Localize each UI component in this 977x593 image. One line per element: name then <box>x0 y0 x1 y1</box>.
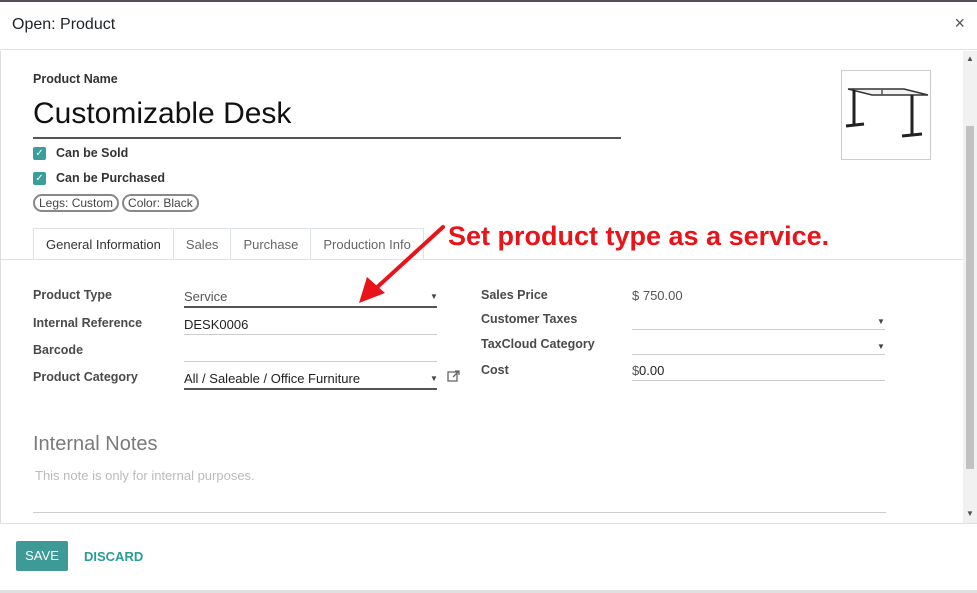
product-type-underline <box>184 306 437 308</box>
internal-notes-underline <box>33 512 886 513</box>
save-button[interactable]: SAVE <box>16 541 68 571</box>
can-be-purchased-label: Can be Purchased <box>56 171 166 185</box>
product-category-select[interactable]: All / Saleable / Office Furniture <box>184 371 360 386</box>
tab-general-information[interactable]: General Information <box>33 228 174 260</box>
product-category-caret-icon[interactable]: ▼ <box>430 374 438 383</box>
customer-taxes-underline <box>632 329 885 330</box>
sales-price-label: Sales Price <box>481 288 548 302</box>
close-icon[interactable]: × <box>954 14 965 32</box>
scroll-up-icon[interactable]: ▲ <box>966 54 974 63</box>
can-be-sold-label: Can be Sold <box>56 146 129 160</box>
dialog-title: Open: Product <box>12 16 116 33</box>
taxcloud-category-label: TaxCloud Category <box>481 337 595 351</box>
scroll-down-icon[interactable]: ▼ <box>966 509 974 518</box>
internal-reference-label: Internal Reference <box>33 316 143 330</box>
product-category-label: Product Category <box>33 370 138 384</box>
dialog-footer: SAVE DISCARD <box>0 523 977 593</box>
can-be-sold-checkbox[interactable]: ✓ <box>33 146 46 160</box>
customer-taxes-label: Customer Taxes <box>481 312 578 326</box>
external-link-icon[interactable] <box>447 369 461 386</box>
barcode-label: Barcode <box>33 343 84 357</box>
dialog-body: Product Name Customizable Desk ✓ Can be … <box>0 51 963 523</box>
annotation-text: Set product type as a service. <box>448 221 830 251</box>
taxcloud-category-underline <box>632 354 885 355</box>
variant-tags: Legs: Custom Color: Black <box>33 194 199 212</box>
product-category-underline <box>184 388 437 390</box>
cost-underline <box>632 380 885 381</box>
scroll-thumb[interactable] <box>966 126 974 469</box>
tag-color[interactable]: Color: Black <box>122 194 199 212</box>
barcode-underline <box>184 361 437 362</box>
tab-purchase[interactable]: Purchase <box>231 228 312 260</box>
customer-taxes-caret-icon[interactable]: ▼ <box>877 317 885 326</box>
internal-notes-title: Internal Notes <box>33 433 158 455</box>
desk-image-icon <box>845 88 929 138</box>
discard-button[interactable]: DISCARD <box>84 549 143 564</box>
internal-notes-input[interactable]: This note is only for internal purposes. <box>35 468 255 483</box>
tag-legs[interactable]: Legs: Custom <box>33 194 120 212</box>
product-name-label: Product Name <box>33 72 118 86</box>
internal-reference-input[interactable]: DESK0006 <box>184 317 248 332</box>
dialog-scrollbar[interactable]: ▲ ▼ <box>963 51 977 523</box>
product-type-select[interactable]: Service <box>184 289 227 304</box>
dialog-header: Open: Product × <box>0 2 977 50</box>
can-be-purchased-checkbox[interactable]: ✓ <box>33 171 46 185</box>
annotation-arrow-icon <box>359 225 445 303</box>
taxcloud-category-caret-icon[interactable]: ▼ <box>877 342 885 351</box>
cost-input[interactable]: 0.00 <box>639 363 664 378</box>
can-be-sold-row[interactable]: ✓ Can be Sold <box>33 146 128 160</box>
product-type-label: Product Type <box>33 288 112 302</box>
tab-sales[interactable]: Sales <box>173 228 232 260</box>
can-be-purchased-row[interactable]: ✓ Can be Purchased <box>33 171 165 185</box>
internal-reference-underline <box>184 334 437 335</box>
tab-divider <box>1 259 963 260</box>
cost-label: Cost <box>481 363 509 377</box>
product-name-input[interactable]: Customizable Desk <box>33 95 621 139</box>
product-image[interactable] <box>841 70 931 160</box>
sales-price-value[interactable]: $ 750.00 <box>632 288 683 303</box>
